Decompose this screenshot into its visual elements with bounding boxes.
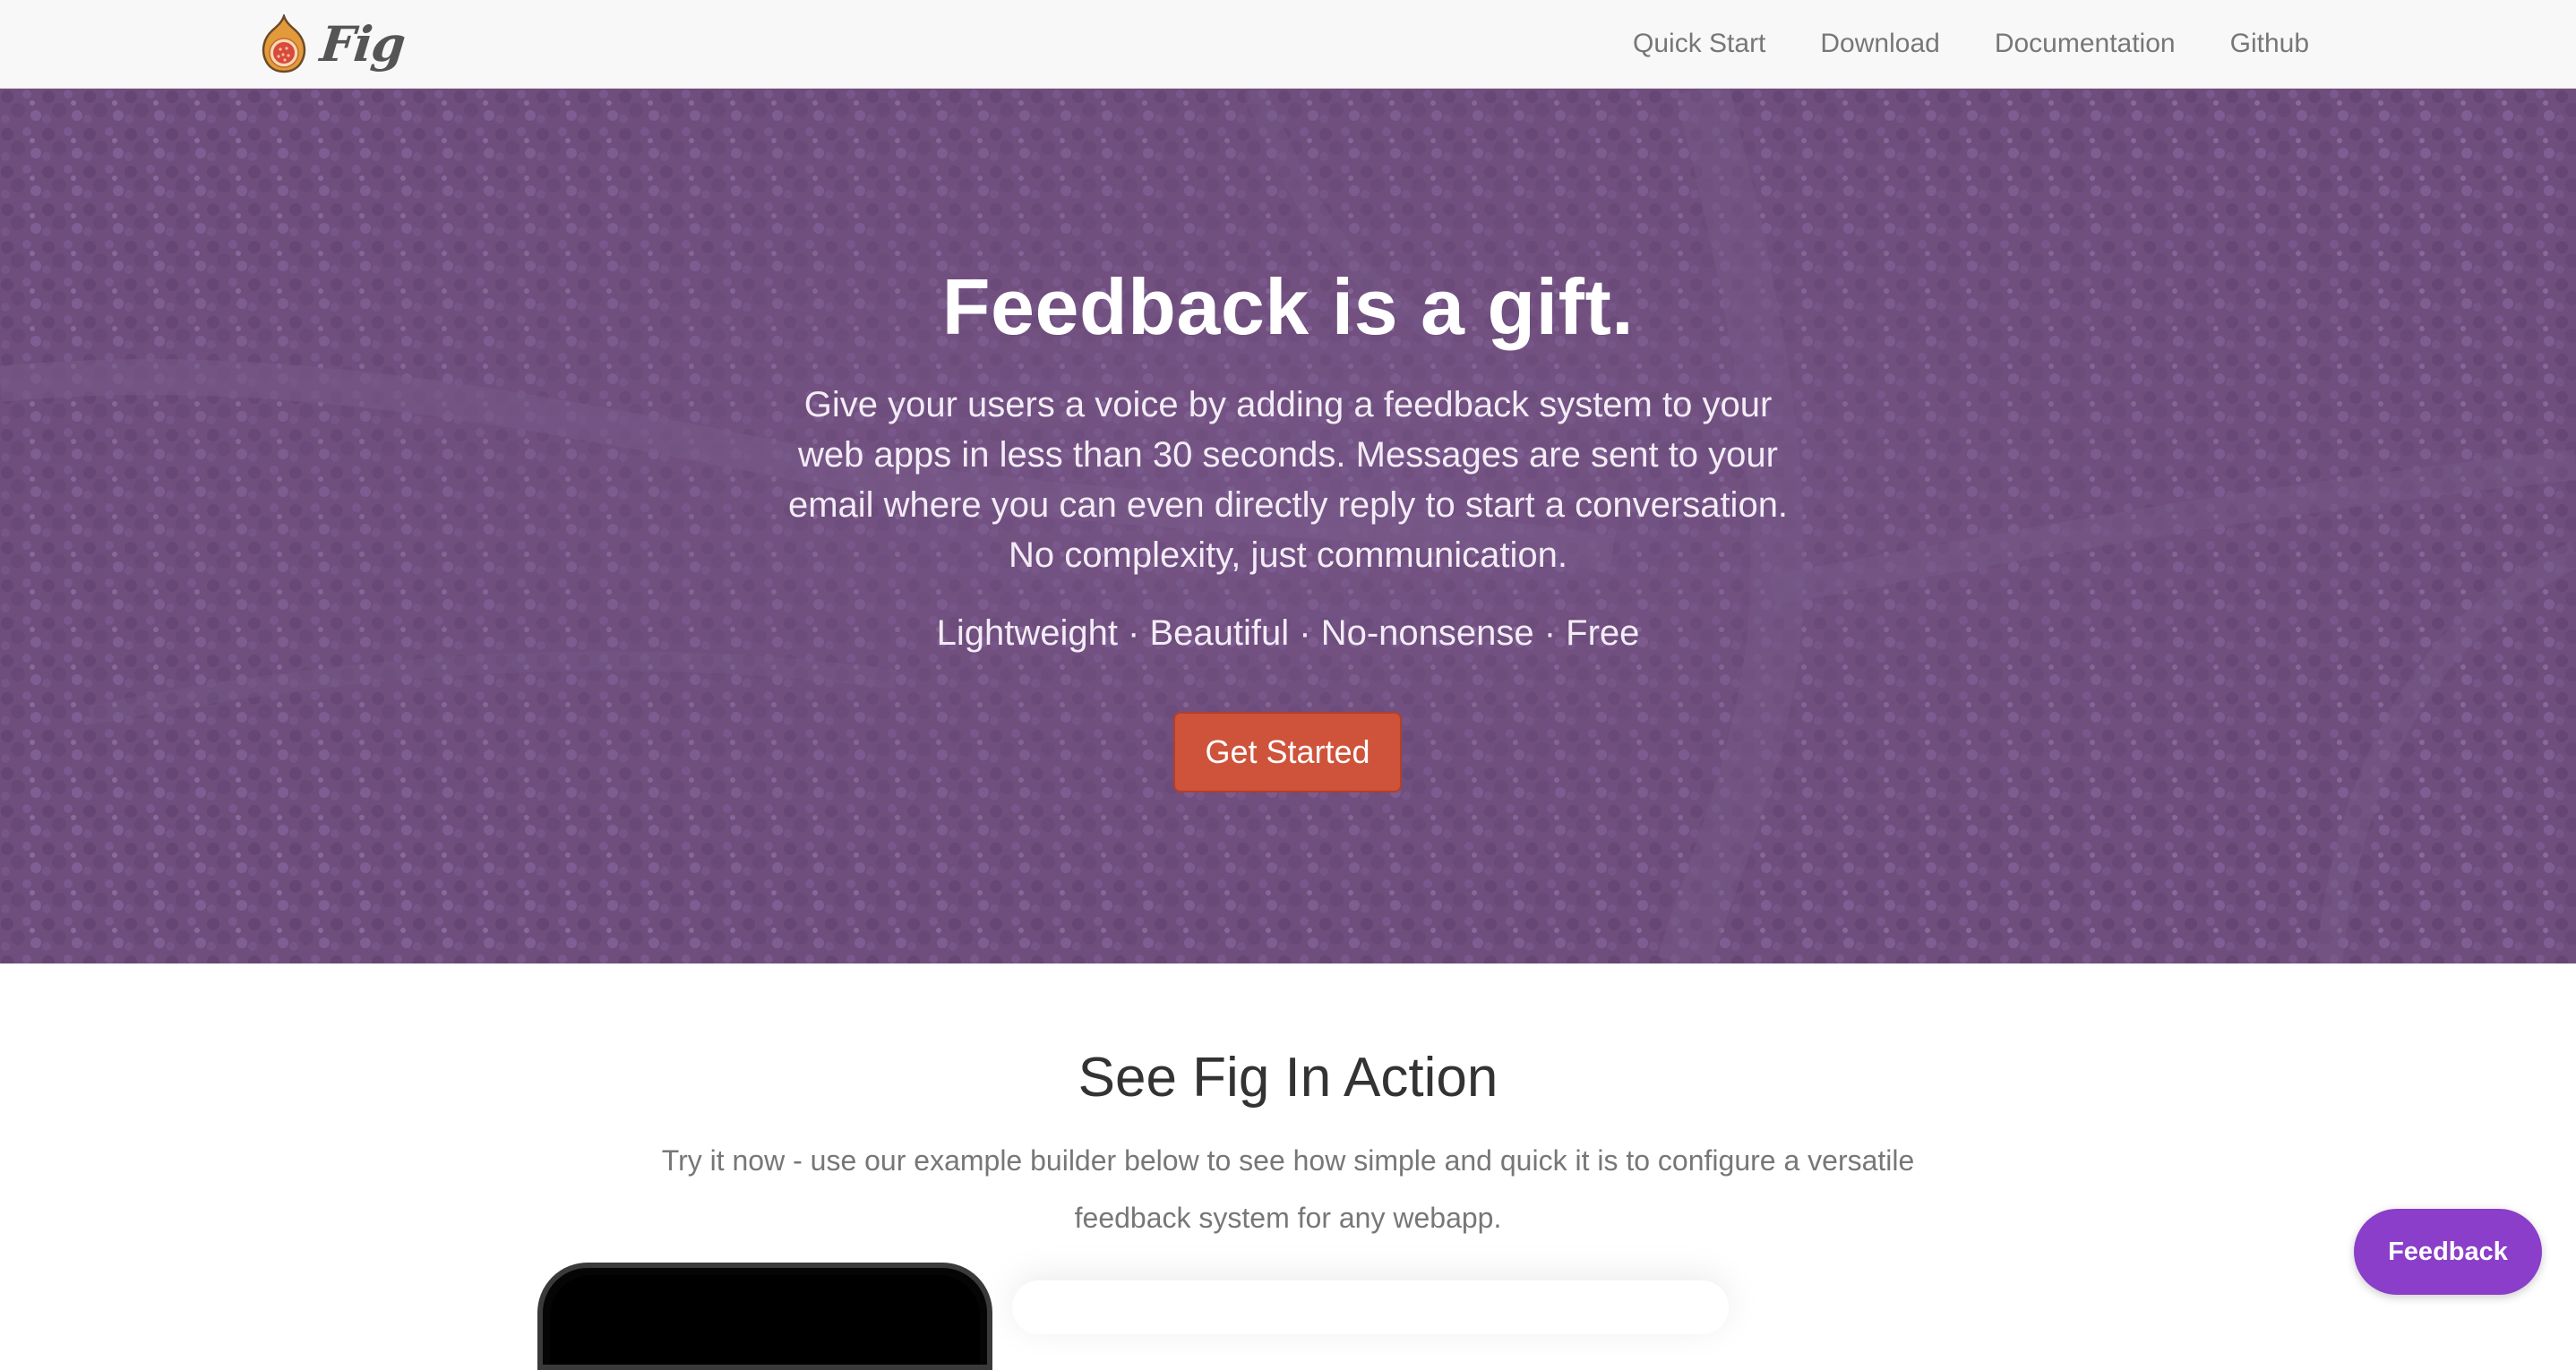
get-started-button[interactable]: Get Started bbox=[1173, 712, 1402, 792]
nav-link-documentation[interactable]: Documentation bbox=[1995, 30, 2176, 57]
brand-name: Fig bbox=[317, 15, 408, 73]
section-title: See Fig In Action bbox=[1078, 1047, 1498, 1109]
nav-link-quick-start[interactable]: Quick Start bbox=[1633, 30, 1765, 57]
brand-logo-link[interactable]: Fig bbox=[260, 13, 408, 75]
section-description: Try it now - use our example builder bel… bbox=[661, 1144, 1915, 1234]
phone-mockup bbox=[537, 1263, 992, 1370]
hero-section: Feedback is a gift. Give your users a vo… bbox=[0, 89, 2576, 963]
hero-content: Feedback is a gift. Give your users a vo… bbox=[0, 89, 2576, 963]
example-builder-panel bbox=[1012, 1280, 1729, 1334]
hero-tagline: Lightweight · Beautiful · No-nonsense · … bbox=[936, 613, 1640, 653]
feedback-widget-button[interactable]: Feedback bbox=[2354, 1209, 2542, 1295]
fig-fruit-icon bbox=[262, 14, 306, 73]
nav-link-download[interactable]: Download bbox=[1820, 30, 1939, 57]
nav-links: Quick Start Download Documentation Githu… bbox=[1633, 0, 2309, 87]
hero-lead: Give your users a voice by adding a feed… bbox=[787, 385, 1789, 575]
nav-link-github[interactable]: Github bbox=[2230, 30, 2309, 57]
top-navbar: Fig Quick Start Download Documentation G… bbox=[0, 0, 2576, 89]
hero-title: Feedback is a gift. bbox=[941, 262, 1635, 351]
phone-screen bbox=[550, 1275, 980, 1365]
